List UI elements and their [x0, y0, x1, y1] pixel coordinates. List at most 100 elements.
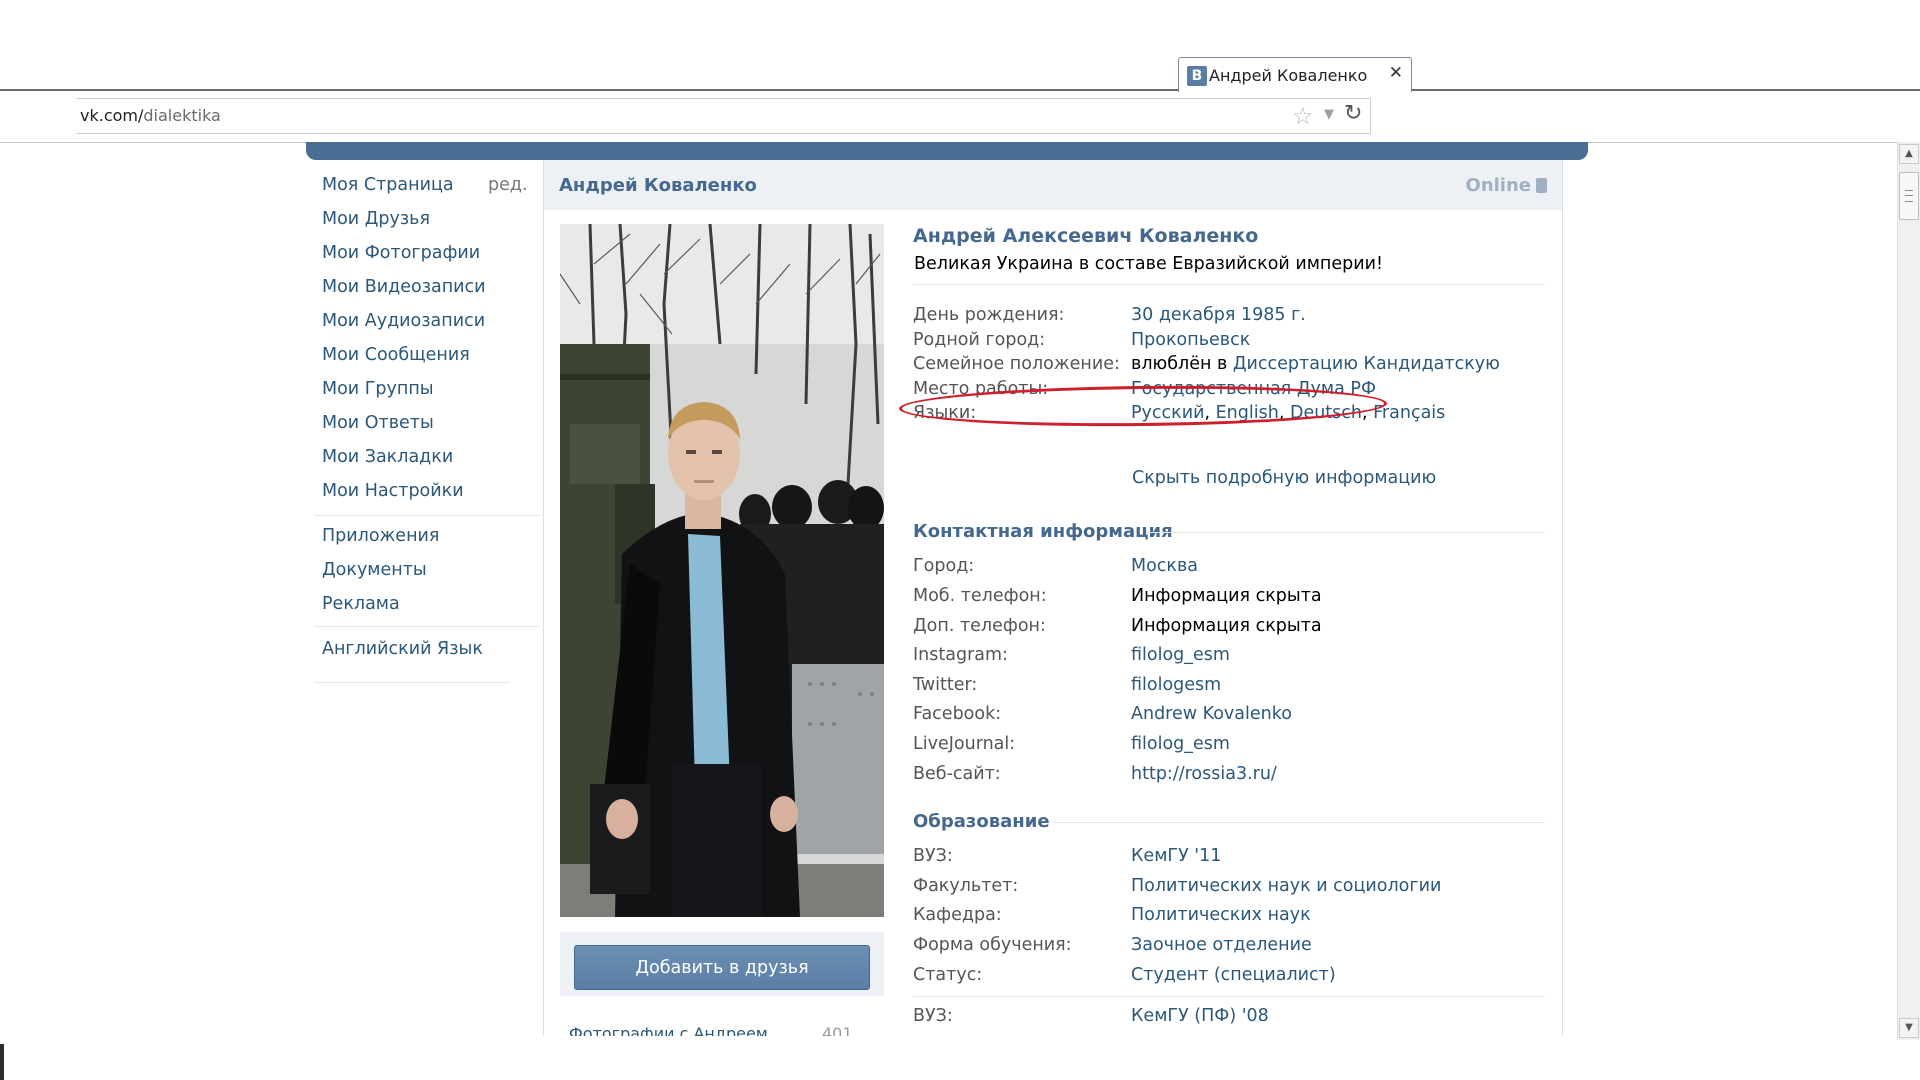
vk-top-bar — [306, 142, 1588, 160]
vk-favicon-icon: В — [1187, 66, 1207, 86]
menu-my-audio[interactable]: Мои Аудиозаписи — [322, 311, 485, 331]
department-value[interactable]: Политических наук — [1131, 905, 1311, 925]
page-scrollbar[interactable]: ▲ ▼ — [1897, 142, 1920, 1040]
menu-my-groups[interactable]: Мои Группы — [322, 379, 434, 399]
bookmark-star-icon[interactable]: ☆ — [1292, 102, 1314, 130]
university-value[interactable]: КемГУ (ПФ) '08 — [1131, 1006, 1269, 1026]
facebook-link[interactable]: Andrew Kovalenko — [1131, 704, 1292, 724]
url-domain: vk.com/ — [80, 106, 144, 125]
scroll-up-icon[interactable]: ▲ — [1899, 144, 1919, 164]
birthday-label: День рождения: — [913, 305, 1065, 325]
url-text: vk.com/dialektika — [80, 106, 221, 125]
reload-icon[interactable]: ↻ — [1344, 101, 1362, 126]
info-divider — [913, 284, 1545, 285]
university-label: ВУЗ: — [913, 1006, 953, 1026]
work-value[interactable]: Государственная Дума РФ — [1131, 379, 1376, 399]
photos-with-link[interactable]: Фотографии с Андреем — [569, 1024, 768, 1036]
menu-my-photos[interactable]: Мои Фотографии — [322, 243, 480, 263]
menu-my-settings[interactable]: Мои Настройки — [322, 481, 464, 501]
menu-my-messages[interactable]: Мои Сообщения — [322, 345, 470, 365]
instagram-label: Instagram: — [913, 645, 1008, 665]
profile-header: Андрей Коваленко Online — [544, 160, 1562, 210]
mobile-phone-value: Информация скрыта — [1131, 586, 1322, 606]
study-form-value[interactable]: Заочное отделение — [1131, 935, 1312, 955]
study-form-label: Форма обучения: — [913, 935, 1072, 955]
url-path: dialektika — [143, 106, 221, 125]
hometown-label: Родной город: — [913, 330, 1046, 350]
contacts-section-title: Контактная информация — [913, 521, 1173, 542]
add-friend-button[interactable]: Добавить в друзья — [574, 945, 870, 990]
browser-tabstrip: В Андрей Коваленко ✕ — [0, 0, 1920, 92]
hometown-value[interactable]: Прокопьевск — [1131, 330, 1250, 350]
photos-with-count: 401 — [822, 1024, 853, 1036]
profile-photo[interactable] — [560, 224, 884, 917]
section-divider — [1053, 822, 1545, 823]
menu-my-answers[interactable]: Мои Ответы — [322, 413, 434, 433]
university-value[interactable]: КемГУ '11 — [1131, 846, 1221, 866]
url-dropdown-icon[interactable]: ▼ — [1324, 107, 1334, 122]
menu-divider — [314, 682, 510, 683]
livejournal-label: LiveJournal: — [913, 734, 1016, 754]
twitter-label: Twitter: — [913, 675, 978, 695]
relationship-prefix: влюблён в — [1131, 354, 1233, 374]
department-label: Кафедра: — [913, 905, 1002, 925]
scroll-down-icon[interactable]: ▼ — [1899, 1018, 1919, 1038]
education-section-title: Образование — [913, 811, 1050, 832]
extra-phone-label: Доп. телефон: — [913, 616, 1046, 636]
bottom-margin — [0, 1040, 1920, 1080]
twitter-link[interactable]: filologesm — [1131, 675, 1221, 695]
languages-label: Языки: — [913, 403, 977, 423]
facebook-label: Facebook: — [913, 704, 1002, 724]
relationship-partner-link[interactable]: Диссертацию Кандидатскую — [1233, 354, 1500, 374]
online-status: Online — [1466, 175, 1547, 196]
menu-my-videos[interactable]: Мои Видеозаписи — [322, 277, 486, 297]
city-value[interactable]: Москва — [1131, 556, 1198, 576]
window-edge — [0, 1044, 4, 1080]
browser-tab[interactable]: В Андрей Коваленко ✕ — [1178, 57, 1412, 92]
language-link[interactable]: English — [1216, 403, 1279, 423]
language-link[interactable]: Français — [1373, 403, 1445, 423]
profile-status[interactable]: Великая Украина в составе Евразийской им… — [914, 254, 1383, 274]
menu-ads[interactable]: Реклама — [322, 594, 400, 614]
add-friend-panel: Добавить в друзья — [560, 932, 884, 996]
menu-apps[interactable]: Приложения — [322, 526, 439, 546]
student-status-value[interactable]: Студент (специалист) — [1131, 965, 1336, 985]
info-divider — [913, 996, 1545, 997]
online-label: Online — [1465, 175, 1531, 196]
university-label: ВУЗ: — [913, 846, 953, 866]
menu-my-friends[interactable]: Мои Друзья — [322, 209, 430, 229]
header-user-name: Андрей Коваленко — [559, 175, 757, 196]
hide-details-link[interactable]: Скрыть подробную информацию — [1132, 468, 1436, 488]
grip-icon — [1905, 190, 1913, 202]
language-link[interactable]: Deutsch — [1290, 403, 1362, 423]
menu-documents[interactable]: Документы — [322, 560, 427, 580]
menu-my-page[interactable]: Моя Страница — [322, 175, 454, 195]
instagram-link[interactable]: filolog_esm — [1131, 645, 1230, 665]
languages-value: Русский, English, Deutsch, Français — [1131, 403, 1446, 423]
mobile-icon — [1536, 178, 1547, 193]
section-divider — [1147, 532, 1545, 533]
profile-full-name: Андрей Алексеевич Коваленко — [913, 225, 1259, 247]
tabstrip-divider — [0, 89, 1920, 91]
language-link[interactable]: Русский — [1131, 403, 1204, 423]
scrollbar-thumb[interactable] — [1899, 172, 1919, 220]
menu-divider — [314, 626, 540, 627]
work-label: Место работы: — [913, 379, 1049, 399]
menu-edit-link[interactable]: ред. — [488, 175, 528, 195]
relationship-label: Семейное положение: — [913, 354, 1120, 374]
faculty-value[interactable]: Политических наук и социологии — [1131, 876, 1441, 896]
relationship-value: влюблён в Диссертацию Кандидатскую — [1131, 354, 1500, 374]
extra-phone-value: Информация скрыта — [1131, 616, 1322, 636]
livejournal-link[interactable]: filolog_esm — [1131, 734, 1230, 754]
website-link[interactable]: http://rossia3.ru/ — [1131, 764, 1277, 784]
menu-my-bookmarks[interactable]: Мои Закладки — [322, 447, 453, 467]
tab-close-icon[interactable]: ✕ — [1389, 63, 1403, 83]
profile-panel: Андрей Коваленко Online Добавить в друзь… — [543, 160, 1563, 1036]
tab-title: Андрей Коваленко — [1209, 66, 1368, 85]
profile-photo-image — [560, 224, 884, 917]
birthday-value[interactable]: 30 декабря 1985 г. — [1131, 305, 1306, 325]
menu-language[interactable]: Английский Язык — [322, 639, 483, 659]
mobile-phone-label: Моб. телефон: — [913, 586, 1047, 606]
url-input[interactable]: vk.com/dialektika ☆ ▼ ↻ — [76, 98, 1371, 134]
website-label: Веб-сайт: — [913, 764, 1001, 784]
